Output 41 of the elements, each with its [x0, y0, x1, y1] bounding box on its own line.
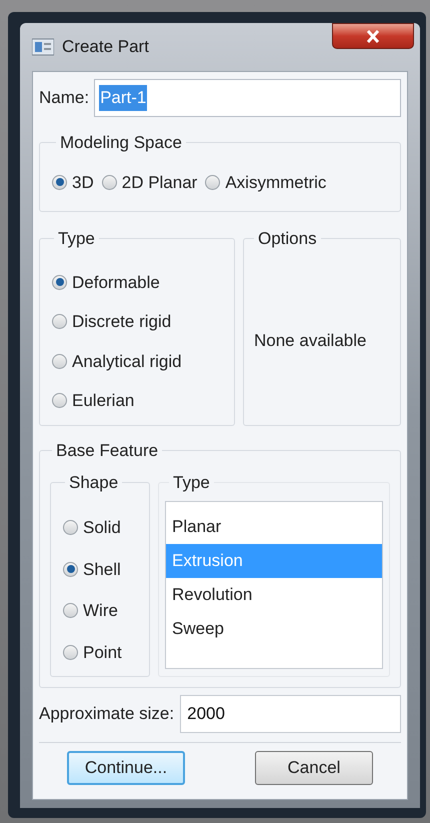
- cancel-button[interactable]: Cancel: [255, 750, 373, 784]
- group-title: Options: [257, 228, 318, 250]
- radio-button[interactable]: [63, 520, 78, 536]
- radio-button[interactable]: [63, 603, 78, 618]
- size-field[interactable]: 2000: [180, 694, 401, 732]
- radio-label: Analytical rigid: [72, 350, 182, 372]
- radio-label: Wire: [83, 600, 118, 622]
- radio-button[interactable]: [205, 174, 220, 190]
- group-title: Base Feature: [55, 440, 160, 462]
- radio-label: Axisymmetric: [225, 172, 326, 194]
- list-item[interactable]: Sweep: [166, 612, 382, 646]
- radio-button[interactable]: [52, 393, 67, 408]
- radio-button[interactable]: [63, 644, 78, 660]
- radio-button[interactable]: [52, 174, 67, 190]
- group-title: Modeling Space: [59, 132, 183, 154]
- app-icon: [32, 38, 54, 56]
- radio-label: 2D Planar: [122, 172, 198, 194]
- group-title: Type: [172, 472, 211, 494]
- radio-label: Discrete rigid: [72, 311, 172, 333]
- list-item[interactable]: Planar: [166, 510, 382, 544]
- radio-label: Deformable: [72, 272, 160, 294]
- continue-button[interactable]: Continue...: [67, 750, 185, 784]
- close-icon: [366, 30, 380, 42]
- list-item[interactable]: Revolution: [166, 578, 382, 612]
- group-title: Shape: [68, 472, 120, 494]
- size-label: Approximate size:: [39, 702, 174, 725]
- radio-label: 3D: [72, 172, 94, 194]
- radio-label: Point: [83, 642, 122, 664]
- options-message: None available: [254, 330, 368, 352]
- radio-button[interactable]: [52, 314, 67, 330]
- radio-button[interactable]: [52, 354, 67, 369]
- radio-button[interactable]: [52, 274, 67, 290]
- radio-label: Shell: [83, 558, 121, 580]
- close-button[interactable]: [332, 23, 414, 49]
- radio-button[interactable]: [102, 174, 117, 190]
- name-label: Name:: [39, 87, 90, 110]
- radio-label: Solid: [83, 517, 121, 539]
- radio-button[interactable]: [63, 562, 78, 577]
- group-title: Type: [57, 228, 96, 250]
- radio-label: Eulerian: [72, 390, 134, 412]
- window-title: Create Part: [62, 36, 149, 58]
